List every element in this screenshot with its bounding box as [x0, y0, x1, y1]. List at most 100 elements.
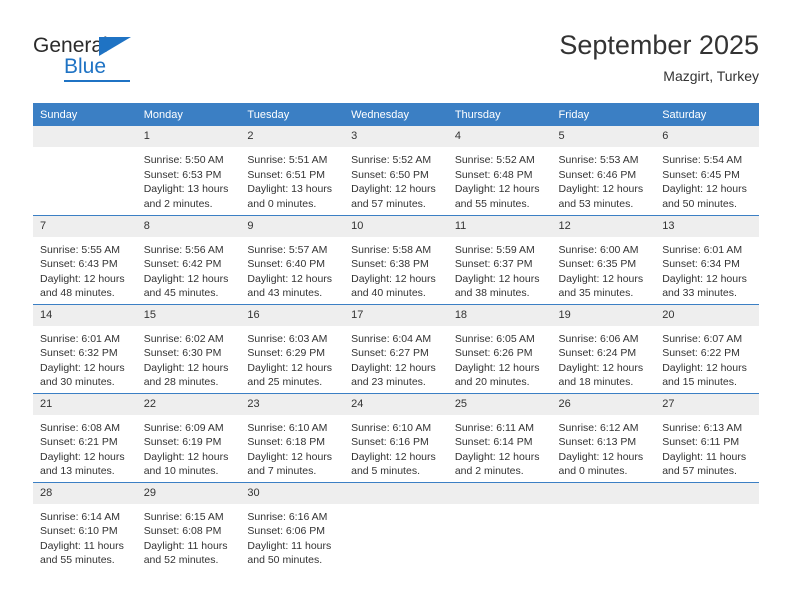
day-details: Sunrise: 5:59 AM Sunset: 6:37 PM Daylight:… [448, 237, 552, 301]
calendar-day-cell[interactable]: 11 Sunrise: 5:59 AM Sunset: 6:37 PM Dayligh… [447, 214, 552, 304]
daylight-text: and 40 minutes. [351, 287, 426, 300]
sunrise-text: Sunrise: 6:06 AM [558, 332, 639, 345]
day-details: Sunrise: 6:01 AM Sunset: 6:34 PM Daylight:… [655, 237, 759, 301]
weekday-header-sunday: Sunday [33, 103, 137, 126]
sunrise-text: Sunrise: 6:02 AM [143, 332, 224, 345]
sunset-text: Sunset: 6:51 PM [247, 168, 326, 181]
sunrise-text: Sunrise: 6:03 AM [247, 332, 328, 345]
calendar-day-cell[interactable]: 5 Sunrise: 5:53 AM Sunset: 6:46 PM Daylight… [551, 126, 656, 215]
calendar-day-cell[interactable]: 20 Sunrise: 6:07 AM Sunset: 6:22 PM Dayligh… [655, 303, 759, 393]
daylight-text: and 2 minutes. [143, 197, 213, 210]
calendar-day-cell[interactable]: 9 Sunrise: 5:57 AM Sunset: 6:40 PM Daylight… [240, 214, 345, 304]
daylight-text: and 18 minutes. [558, 376, 634, 389]
calendar-day-cell[interactable]: 7 Sunrise: 5:55 AM Sunset: 6:43 PM Daylight… [33, 214, 137, 304]
calendar-day-cell[interactable]: 28 Sunrise: 6:14 AM Sunset: 6:10 PM Dayligh… [33, 481, 137, 571]
brand-logo[interactable]: General Blue [33, 34, 153, 86]
calendar-day-cell[interactable]: 2 Sunrise: 5:51 AM Sunset: 6:51 PM Daylight… [240, 126, 345, 215]
day-details: Sunrise: 5:56 AM Sunset: 6:42 PM Daylight:… [137, 237, 241, 301]
calendar-week-row: 1 Sunrise: 5:50 AM Sunset: 6:53 PM Daylight… [33, 126, 759, 215]
daylight-text: and 38 minutes. [454, 287, 530, 300]
daylight-text: Daylight: 12 hours [558, 361, 644, 374]
daylight-text: and 28 minutes. [143, 376, 219, 389]
sunset-text: Sunset: 6:06 PM [247, 525, 326, 538]
day-number: 5 [551, 126, 656, 147]
day-number: 21 [33, 393, 137, 415]
calendar-day-cell[interactable]: 17 Sunrise: 6:04 AM Sunset: 6:27 PM Dayligh… [344, 303, 448, 393]
title-block: September 2025 Mazgirt, Turkey [559, 28, 759, 86]
calendar-day-cell[interactable]: 22 Sunrise: 6:09 AM Sunset: 6:19 PM Dayligh… [136, 392, 241, 482]
day-number [655, 482, 759, 504]
day-details: Sunrise: 6:14 AM Sunset: 6:10 PM Daylight:… [33, 504, 137, 568]
sunset-text: Sunset: 6:22 PM [662, 347, 740, 360]
daylight-text: Daylight: 12 hours [351, 450, 436, 463]
daylight-text: Daylight: 12 hours [143, 450, 229, 463]
sunset-text: Sunset: 6:18 PM [247, 436, 326, 449]
calendar-day-cell[interactable]: 14 Sunrise: 6:01 AM Sunset: 6:32 PM Dayligh… [33, 303, 137, 393]
calendar-day-cell[interactable]: 24 Sunrise: 6:10 AM Sunset: 6:16 PM Dayligh… [344, 392, 448, 482]
brand-underline [64, 80, 130, 82]
day-details: Sunrise: 6:10 AM Sunset: 6:18 PM Daylight:… [240, 415, 344, 479]
sunset-text: Sunset: 6:30 PM [143, 347, 222, 360]
daylight-text: Daylight: 12 hours [454, 183, 540, 196]
sunrise-text: Sunrise: 6:10 AM [351, 421, 432, 434]
calendar-day-cell[interactable]: 27 Sunrise: 6:13 AM Sunset: 6:11 PM Dayligh… [655, 392, 759, 482]
sunset-text: Sunset: 6:19 PM [143, 436, 222, 449]
calendar-day-cell[interactable]: 29 Sunrise: 6:15 AM Sunset: 6:08 PM Dayligh… [136, 481, 241, 571]
daylight-text: Daylight: 12 hours [454, 272, 540, 285]
weekday-header-row: Sunday Monday Tuesday Wednesday Thursday Frid… [33, 103, 759, 126]
calendar-body: 1 Sunrise: 5:50 AM Sunset: 6:53 PM Daylight… [33, 126, 759, 571]
triangle-flag-icon [99, 37, 131, 56]
calendar-day-cell[interactable]: 19 Sunrise: 6:06 AM Sunset: 6:24 PM Dayligh… [551, 303, 656, 393]
calendar-day-cell[interactable]: 6 Sunrise: 5:54 AM Sunset: 6:45 PM Daylight… [655, 126, 759, 215]
daylight-text: Daylight: 12 hours [247, 450, 333, 463]
sunset-text: Sunset: 6:35 PM [558, 258, 637, 271]
calendar-table: Sunday Monday Tuesday Wednesday Thursday Frid… [33, 103, 759, 571]
calendar-day-cell[interactable]: 4 Sunrise: 5:52 AM Sunset: 6:48 PM Daylight… [447, 126, 552, 215]
daylight-text: Daylight: 12 hours [558, 450, 644, 463]
sunset-text: Sunset: 6:42 PM [143, 258, 222, 271]
calendar-day-cell[interactable]: 13 Sunrise: 6:01 AM Sunset: 6:34 PM Dayligh… [655, 214, 759, 304]
calendar-week-row: 14 Sunrise: 6:01 AM Sunset: 6:32 PM Dayligh… [33, 303, 759, 393]
daylight-text: and 20 minutes. [454, 376, 530, 389]
day-details: Sunrise: 5:51 AM Sunset: 6:51 PM Daylight:… [240, 147, 344, 211]
daylight-text: and 13 minutes. [40, 465, 115, 478]
calendar-day-cell[interactable]: 23 Sunrise: 6:10 AM Sunset: 6:18 PM Dayligh… [240, 392, 345, 482]
daylight-text: Daylight: 12 hours [247, 361, 333, 374]
daylight-text: Daylight: 12 hours [454, 450, 540, 463]
daylight-text: Daylight: 12 hours [40, 272, 125, 285]
daylight-text: and 53 minutes. [558, 197, 634, 210]
calendar-day-cell[interactable]: 16 Sunrise: 6:03 AM Sunset: 6:29 PM Dayligh… [240, 303, 345, 393]
day-number: 14 [33, 304, 137, 326]
calendar-day-cell[interactable]: 30 Sunrise: 6:16 AM Sunset: 6:06 PM Dayligh… [240, 481, 345, 571]
daylight-text: and 30 minutes. [40, 376, 115, 389]
calendar-day-cell[interactable]: 1 Sunrise: 5:50 AM Sunset: 6:53 PM Daylight… [136, 126, 241, 215]
calendar-page: General Blue September 2025 Mazgirt, Tur… [0, 0, 792, 612]
day-details: Sunrise: 6:16 AM Sunset: 6:06 PM Daylight:… [240, 504, 344, 568]
daylight-text: Daylight: 12 hours [558, 272, 644, 285]
day-number: 13 [655, 215, 759, 237]
calendar-day-cell[interactable]: 10 Sunrise: 5:58 AM Sunset: 6:38 PM Dayligh… [344, 214, 448, 304]
sunrise-text: Sunrise: 6:09 AM [143, 421, 224, 434]
calendar-day-cell[interactable]: 3 Sunrise: 5:52 AM Sunset: 6:50 PM Daylight… [344, 126, 448, 215]
brand-name-blue: Blue [64, 55, 107, 78]
daylight-text: and 10 minutes. [143, 465, 219, 478]
day-number: 3 [344, 126, 448, 147]
calendar-day-cell[interactable]: 21 Sunrise: 6:08 AM Sunset: 6:21 PM Dayligh… [33, 392, 137, 482]
daylight-text: Daylight: 12 hours [662, 272, 747, 285]
daylight-text: Daylight: 12 hours [662, 361, 747, 374]
calendar-day-cell[interactable]: 15 Sunrise: 6:02 AM Sunset: 6:30 PM Dayligh… [136, 303, 241, 393]
daylight-text: Daylight: 12 hours [351, 361, 436, 374]
calendar-day-cell[interactable]: 18 Sunrise: 6:05 AM Sunset: 6:26 PM Dayligh… [447, 303, 552, 393]
sunrise-text: Sunrise: 5:51 AM [247, 154, 328, 166]
calendar-day-cell[interactable]: 12 Sunrise: 6:00 AM Sunset: 6:35 PM Dayligh… [551, 214, 656, 304]
sunset-text: Sunset: 6:16 PM [351, 436, 429, 449]
calendar-day-cell[interactable]: 25 Sunrise: 6:11 AM Sunset: 6:14 PM Dayligh… [447, 392, 552, 482]
sunrise-text: Sunrise: 5:56 AM [143, 243, 224, 256]
calendar-day-cell[interactable]: 26 Sunrise: 6:12 AM Sunset: 6:13 PM Dayligh… [551, 392, 656, 482]
daylight-text: Daylight: 11 hours [247, 539, 332, 552]
day-number [33, 126, 137, 147]
daylight-text: and 48 minutes. [40, 287, 115, 300]
day-details: Sunrise: 6:05 AM Sunset: 6:26 PM Daylight:… [448, 326, 552, 390]
calendar-day-cell[interactable]: 8 Sunrise: 5:56 AM Sunset: 6:42 PM Daylight… [136, 214, 241, 304]
daylight-text: and 57 minutes. [351, 197, 426, 210]
